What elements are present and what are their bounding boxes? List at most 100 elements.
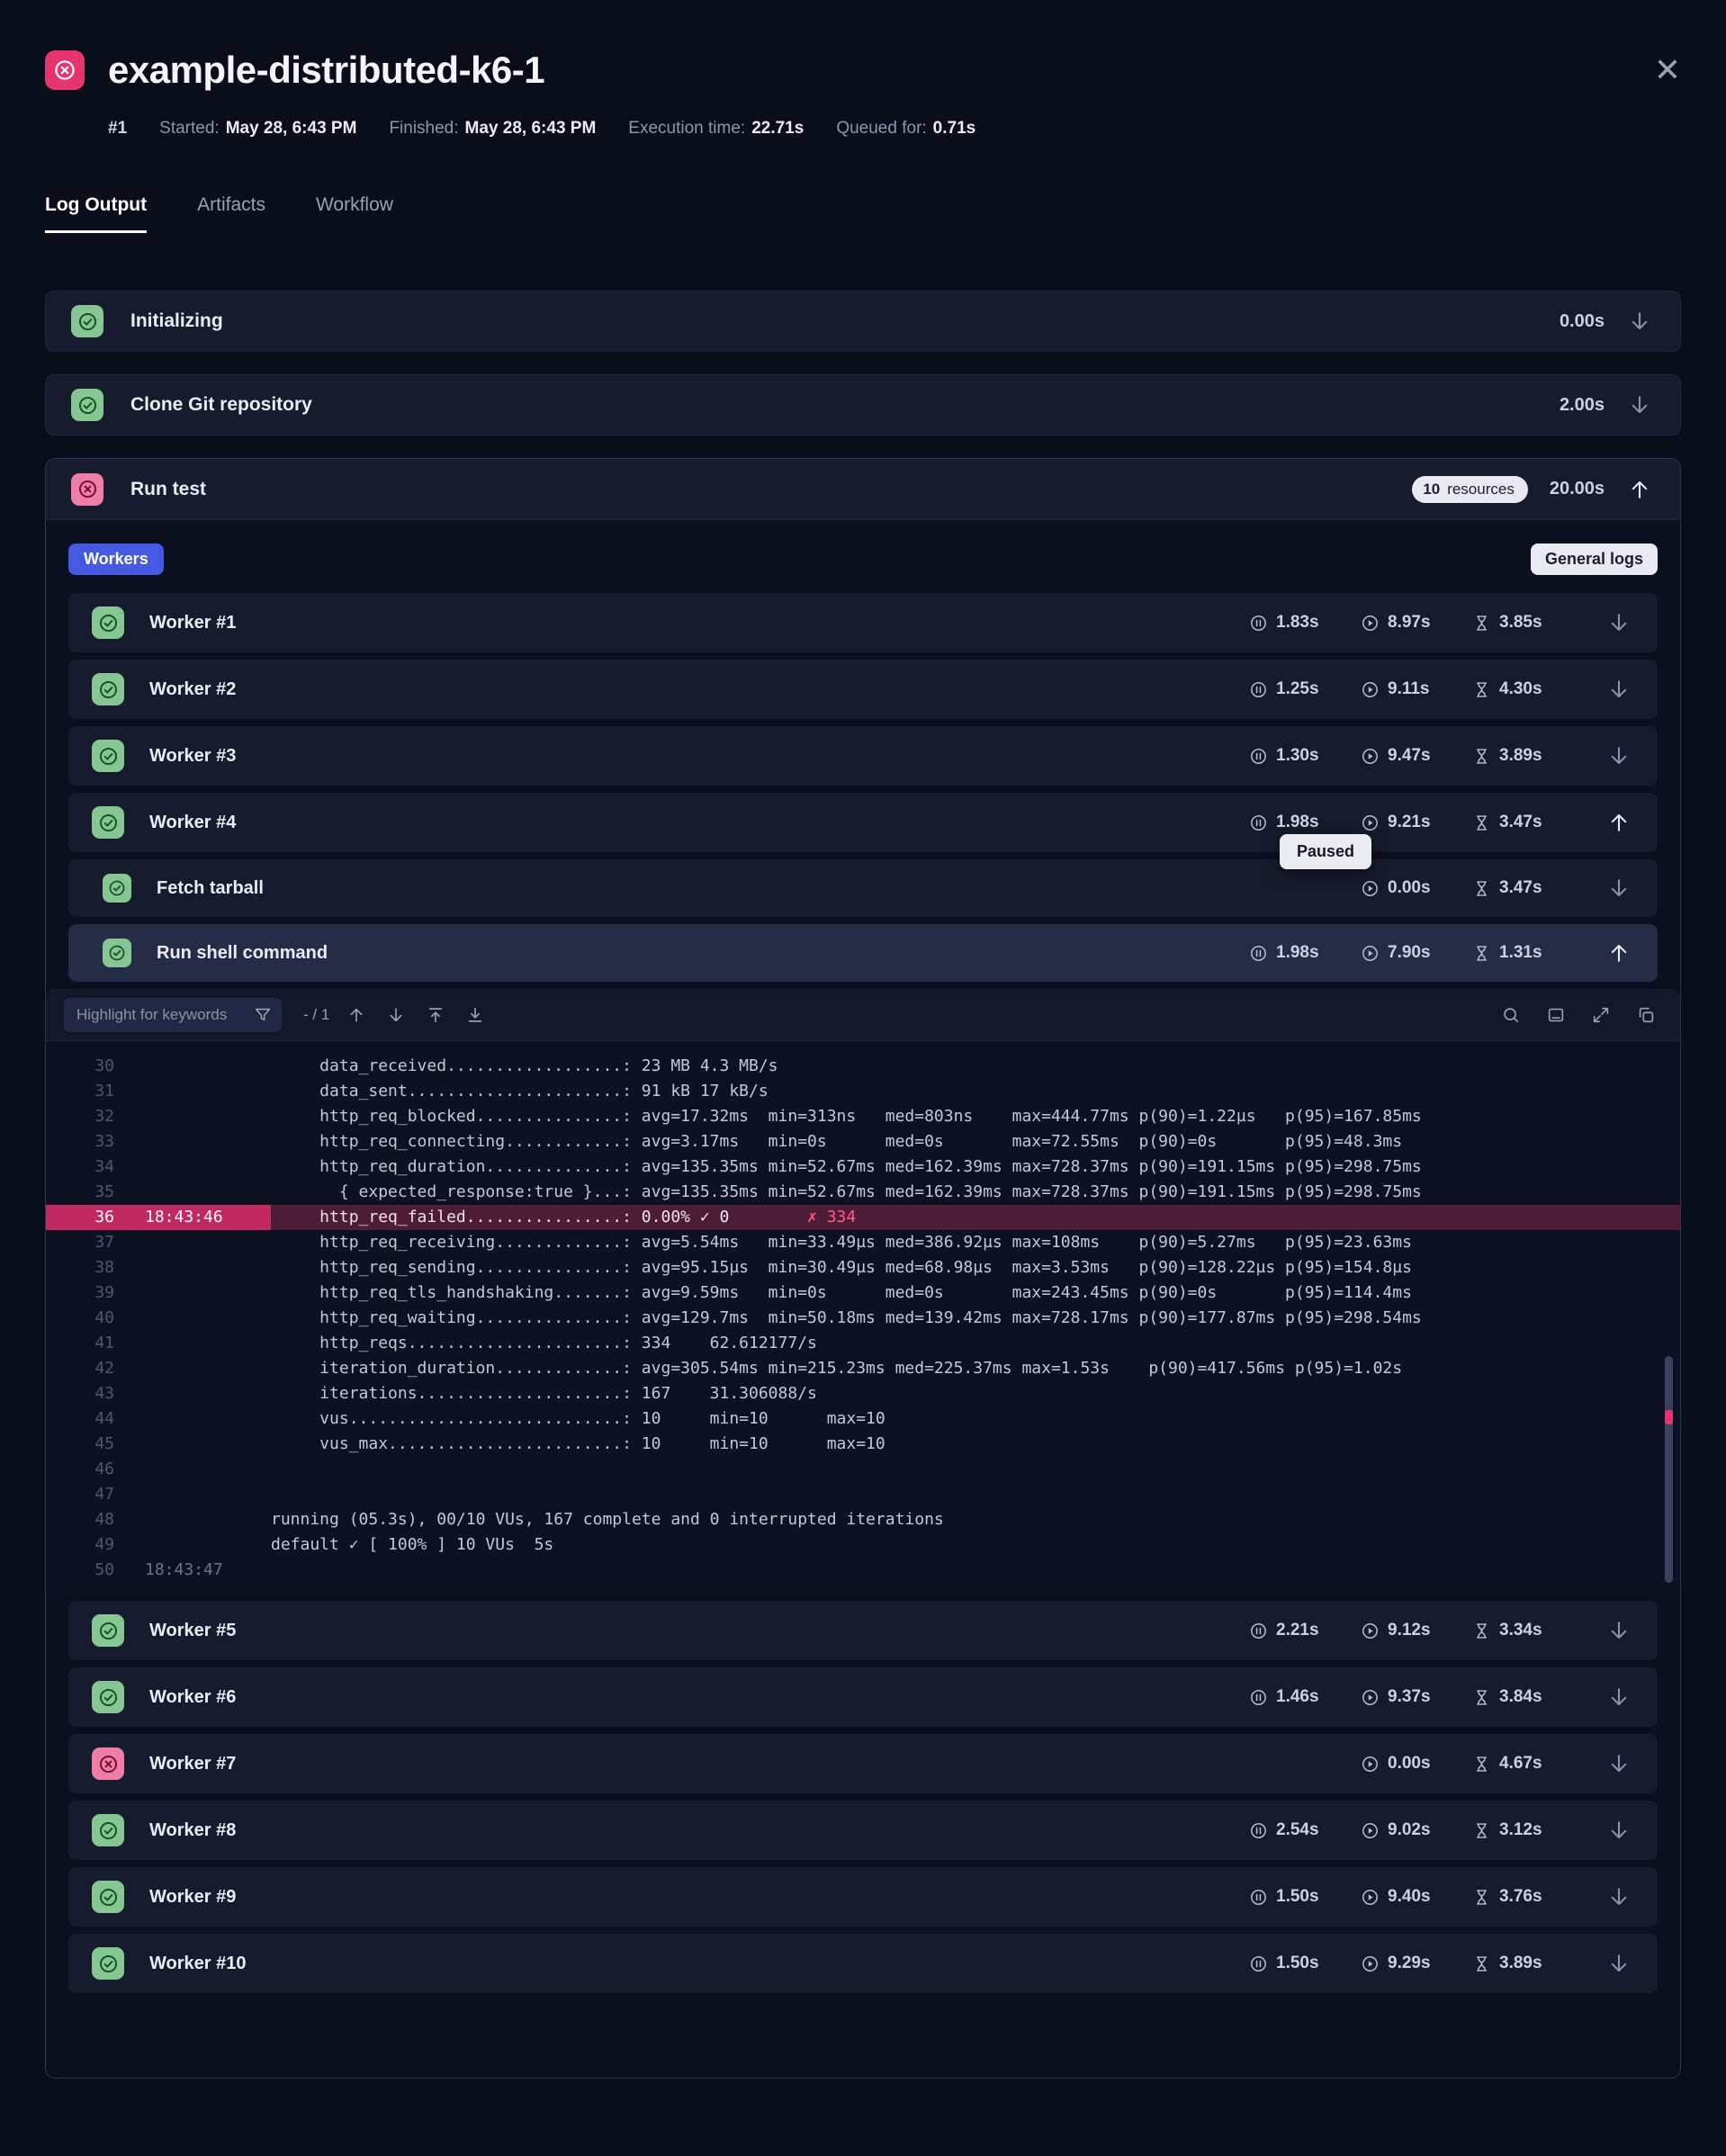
fullscreen-icon[interactable] — [1585, 999, 1617, 1031]
chevron-down-icon[interactable] — [1604, 1882, 1634, 1912]
paused-duration: 1.50s — [1249, 1887, 1361, 1907]
keyword-search-input[interactable] — [64, 998, 282, 1032]
previous-match-icon[interactable] — [340, 999, 373, 1031]
total-duration: 3.89s — [1472, 1954, 1584, 1973]
step-worker-8[interactable]: Worker #82.54s9.02s3.12s — [68, 1801, 1658, 1860]
log-toolbar-right — [1495, 999, 1662, 1031]
log-line: 37 http_req_receiving.............: avg=… — [46, 1230, 1680, 1255]
success-status-icon — [92, 1681, 124, 1713]
tab-log-output[interactable]: Log Output — [45, 194, 147, 233]
step-worker-10[interactable]: Worker #101.50s9.29s3.89s — [68, 1934, 1658, 1993]
step-worker-6[interactable]: Worker #61.46s9.37s3.84s — [68, 1667, 1658, 1727]
tab-workflow[interactable]: Workflow — [316, 194, 393, 233]
steps-list: Initializing 0.00s Clone Git repository … — [45, 291, 1681, 2079]
step-initializing[interactable]: Initializing 0.00s — [45, 291, 1681, 352]
copy-icon[interactable] — [1630, 999, 1662, 1031]
search-icon[interactable] — [1495, 999, 1527, 1031]
log-line: 30 data_received..................: 23 M… — [46, 1054, 1680, 1079]
success-status-icon — [92, 1947, 124, 1980]
error-position-marker — [1665, 1410, 1673, 1424]
success-status-icon — [92, 1614, 124, 1647]
total-duration: 3.84s — [1472, 1687, 1584, 1707]
scroll-to-top-icon[interactable] — [419, 999, 452, 1031]
step-label: Clone Git repository — [130, 394, 312, 416]
log-line: 38 http_req_sending...............: avg=… — [46, 1255, 1680, 1280]
step-worker-2[interactable]: Worker #21.25s9.11s4.30s — [68, 660, 1658, 719]
total-duration: 1.31s — [1472, 943, 1584, 963]
chevron-down-icon[interactable] — [1604, 607, 1634, 638]
step-label: Worker #1 — [149, 613, 236, 633]
step-run-test[interactable]: Run test 10resources 20.00s — [46, 459, 1680, 520]
step-label: Worker #4 — [149, 813, 236, 833]
success-status-icon — [92, 673, 124, 705]
success-status-icon — [92, 606, 124, 639]
paused-duration: 1.30s — [1249, 746, 1361, 766]
chevron-down-icon[interactable] — [1604, 741, 1634, 771]
chevron-up-icon[interactable] — [1604, 807, 1634, 838]
next-match-icon[interactable] — [380, 999, 412, 1031]
log-line: 42 iteration_duration.............: avg=… — [46, 1356, 1680, 1381]
paused-duration: 1.50s — [1249, 1954, 1361, 1973]
success-status-icon — [103, 874, 131, 903]
step-label: Fetch tarball — [157, 878, 264, 899]
meta-queued-for: Queued for:0.71s — [836, 119, 975, 139]
dock-bottom-icon[interactable] — [1540, 999, 1572, 1031]
workers-list-bottom: Worker #52.21s9.12s3.34s Worker #61.46s9.… — [46, 1601, 1680, 1993]
log-toolbar: - / 1 — [46, 989, 1680, 1041]
chevron-down-icon[interactable] — [1604, 1748, 1634, 1779]
step-label: Worker #3 — [149, 746, 236, 767]
chevron-up-icon[interactable] — [1624, 474, 1655, 505]
running-duration: 9.02s — [1361, 1820, 1472, 1840]
log-lines: 30 data_received..................: 23 M… — [46, 1041, 1680, 1594]
total-duration: 4.30s — [1472, 679, 1584, 699]
workers-tab[interactable]: Workers — [68, 543, 164, 575]
log-viewer: - / 1 — [46, 989, 1680, 1594]
chevron-down-icon[interactable] — [1604, 674, 1634, 705]
step-worker-7[interactable]: Worker #70.00s4.67s — [68, 1734, 1658, 1793]
running-duration: 9.47s — [1361, 746, 1472, 766]
total-duration: 3.12s — [1472, 1820, 1584, 1840]
tab-artifacts[interactable]: Artifacts — [197, 194, 265, 233]
step-label: Run shell command — [157, 943, 328, 964]
step-worker-4[interactable]: Worker #41.98s9.21s3.47s — [68, 793, 1658, 852]
running-duration: 9.11s — [1361, 679, 1472, 699]
chevron-down-icon[interactable] — [1604, 1615, 1634, 1646]
success-status-icon — [92, 740, 124, 772]
close-icon[interactable]: ✕ — [1654, 54, 1681, 86]
chevron-down-icon[interactable] — [1624, 390, 1655, 420]
step-duration: 20.00s — [1550, 479, 1605, 499]
success-status-icon — [92, 1881, 124, 1913]
step-run-shell-command[interactable]: Run shell command1.98s7.90s1.31s — [68, 924, 1658, 982]
log-line: 48running (05.3s), 00/10 VUs, 167 comple… — [46, 1507, 1680, 1532]
running-duration: 7.90s — [1361, 943, 1472, 963]
step-worker-5[interactable]: Worker #52.21s9.12s3.34s — [68, 1601, 1658, 1660]
step-worker-9[interactable]: Worker #91.50s9.40s3.76s — [68, 1867, 1658, 1927]
step-label: Worker #7 — [149, 1754, 236, 1774]
log-line: 49default ✓ [ 100% ] 10 VUs 5s — [46, 1532, 1680, 1558]
log-scrollbar[interactable] — [1665, 1356, 1673, 1583]
step-fetch-tarball[interactable]: Fetch tarball0.00s3.47sPaused — [68, 859, 1658, 917]
page-title: example-distributed-k6-1 — [108, 49, 544, 92]
worker-sub-steps: Fetch tarball0.00s3.47sPaused Run shell c… — [46, 859, 1680, 982]
tab-bar: Log Output Artifacts Workflow — [45, 194, 1681, 233]
log-line: 34 http_req_duration..............: avg=… — [46, 1154, 1680, 1180]
step-worker-3[interactable]: Worker #31.30s9.47s3.89s — [68, 726, 1658, 786]
running-duration: 9.37s — [1361, 1687, 1472, 1707]
total-duration: 3.85s — [1472, 613, 1584, 633]
chevron-down-icon[interactable] — [1604, 1948, 1634, 1979]
chevron-down-icon[interactable] — [1624, 306, 1655, 337]
step-clone-git-repository[interactable]: Clone Git repository 2.00s — [45, 374, 1681, 436]
scroll-to-bottom-icon[interactable] — [459, 999, 491, 1031]
step-label: Worker #5 — [149, 1621, 236, 1641]
general-logs-button[interactable]: General logs — [1531, 543, 1658, 575]
chevron-down-icon[interactable] — [1604, 1682, 1634, 1712]
step-label: Worker #9 — [149, 1887, 236, 1908]
log-line: 33 http_req_connecting............: avg=… — [46, 1129, 1680, 1154]
chevron-up-icon[interactable] — [1604, 938, 1634, 968]
step-worker-1[interactable]: Worker #11.83s8.97s3.85s — [68, 593, 1658, 652]
total-duration: 3.47s — [1472, 813, 1584, 832]
resources-badge: 10resources — [1412, 476, 1528, 503]
chevron-down-icon[interactable] — [1604, 873, 1634, 903]
chevron-down-icon[interactable] — [1604, 1815, 1634, 1846]
total-duration: 3.47s — [1472, 878, 1584, 898]
